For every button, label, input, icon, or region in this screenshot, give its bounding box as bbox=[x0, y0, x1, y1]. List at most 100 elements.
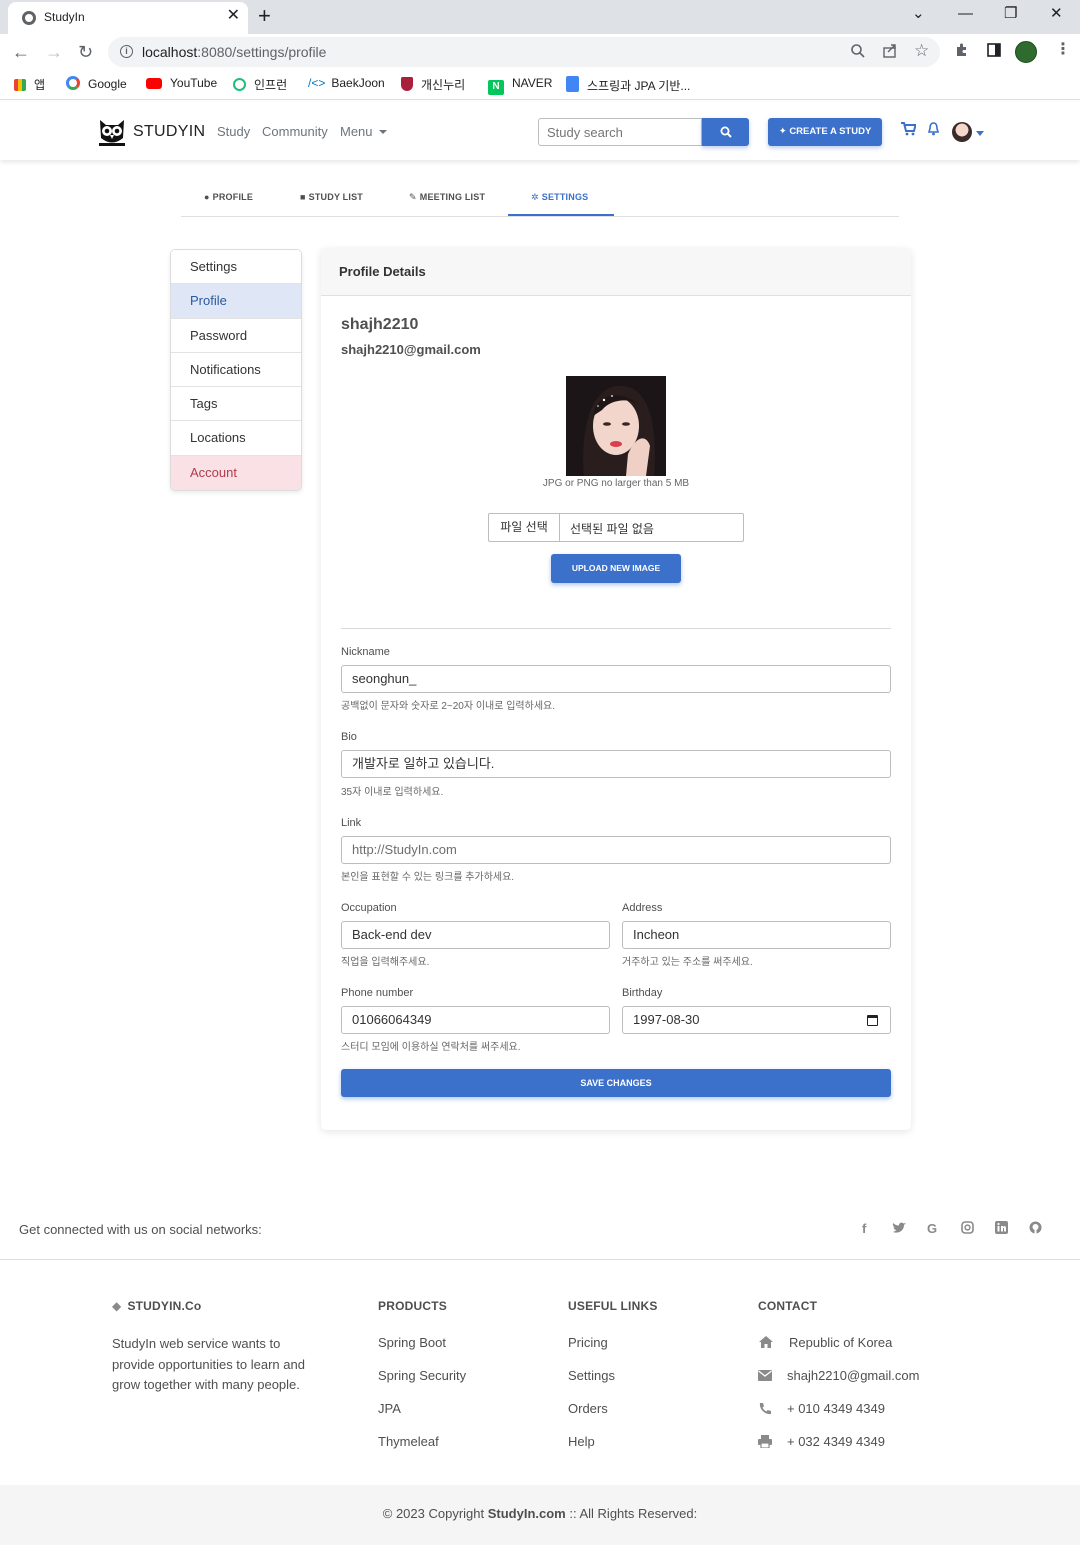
card-title: Profile Details bbox=[339, 264, 426, 279]
bird-icon: ✦ bbox=[778, 126, 787, 137]
share-icon[interactable] bbox=[882, 43, 898, 59]
extensions-icon[interactable] bbox=[954, 42, 970, 58]
bio-help: 35자 이내로 입력하세요. bbox=[341, 787, 444, 798]
choose-file-button[interactable]: 파일 선택 bbox=[489, 514, 560, 541]
bookmark-spring-jpa[interactable]: 스프링과 JPA 기반... bbox=[566, 76, 690, 94]
bio-input[interactable]: 개발자로 일하고 있습니다. bbox=[341, 750, 891, 778]
user-icon: ● bbox=[204, 192, 210, 202]
close-window-button[interactable]: ✕ bbox=[1050, 4, 1063, 24]
linkedin-icon[interactable] bbox=[995, 1221, 1008, 1234]
edit-icon: ✎ bbox=[409, 192, 417, 202]
nav-community[interactable]: Community bbox=[262, 124, 328, 139]
copyright-brand[interactable]: StudyIn.com bbox=[488, 1506, 566, 1521]
phone-input[interactable]: 01066064349 bbox=[341, 1006, 610, 1034]
browser-tab[interactable]: StudyIn ✕ bbox=[8, 2, 248, 34]
url-text: localhost:8080/settings/profile bbox=[142, 44, 326, 60]
book-icon: ■ bbox=[300, 192, 306, 202]
twitter-icon[interactable] bbox=[892, 1222, 906, 1234]
bookmark-baekjoon[interactable]: /<> BaekJoon bbox=[308, 76, 385, 90]
footer-link[interactable]: Thymeleaf bbox=[378, 1434, 439, 1449]
social-text: Get connected with us on social networks… bbox=[19, 1222, 262, 1237]
create-study-button[interactable]: ✦ CREATE A STUDY bbox=[768, 118, 882, 146]
occupation-input[interactable]: Back-end dev bbox=[341, 921, 610, 949]
footer-link[interactable]: Help bbox=[568, 1434, 595, 1449]
active-tab-indicator bbox=[508, 214, 614, 216]
omnibox[interactable]: i localhost:8080/settings/profile ☆ bbox=[108, 37, 940, 67]
birthday-input[interactable]: 1997-08-30 bbox=[622, 1006, 891, 1034]
footer-link[interactable]: Orders bbox=[568, 1401, 608, 1416]
side-panel-icon[interactable] bbox=[986, 42, 1002, 58]
bookmark-inflearn[interactable]: 인프런 bbox=[233, 76, 287, 93]
nav-study[interactable]: Study bbox=[217, 124, 250, 139]
zoom-icon[interactable] bbox=[850, 43, 866, 59]
sidebar-item-notifications[interactable]: Notifications bbox=[171, 352, 301, 388]
tab-meeting-list[interactable]: ✎ MEETING LIST bbox=[409, 192, 485, 203]
bookmark-google[interactable]: Google bbox=[66, 76, 127, 91]
bookmark-gaesin[interactable]: 개신누리 bbox=[401, 76, 465, 93]
bookmark-youtube[interactable]: YouTube bbox=[146, 76, 217, 90]
sidebar-item-tags[interactable]: Tags bbox=[171, 387, 301, 422]
cart-icon[interactable] bbox=[901, 122, 916, 136]
info-icon[interactable]: i bbox=[120, 45, 133, 58]
brand-name: STUDYIN bbox=[133, 123, 206, 140]
tab-settings[interactable]: ✲ SETTINGS bbox=[531, 192, 588, 203]
search-icon bbox=[720, 126, 732, 138]
contact-email[interactable]: shajh2210@gmail.com bbox=[787, 1368, 919, 1383]
facebook-icon[interactable]: f bbox=[862, 1221, 866, 1236]
sidebar-item-locations[interactable]: Locations bbox=[171, 421, 301, 456]
tab-study-list[interactable]: ■ STUDY LIST bbox=[300, 192, 363, 202]
google-icon[interactable]: G bbox=[927, 1221, 937, 1236]
bookmark-label: 앱 bbox=[34, 78, 46, 92]
sidebar-item-settings[interactable]: Settings bbox=[171, 250, 301, 285]
bookmark-label: 인프런 bbox=[254, 78, 288, 92]
tab-profile[interactable]: ● PROFILE bbox=[204, 192, 253, 202]
github-icon[interactable] bbox=[1029, 1221, 1042, 1234]
bookmark-star-icon[interactable]: ☆ bbox=[914, 41, 929, 61]
footer-link[interactable]: Pricing bbox=[568, 1335, 608, 1350]
sidebar-item-profile[interactable]: Profile bbox=[171, 284, 301, 319]
birthday-value: 1997-08-30 bbox=[633, 1012, 700, 1027]
forward-icon[interactable]: → bbox=[45, 40, 63, 64]
link-input[interactable]: http://StudyIn.com bbox=[341, 836, 891, 864]
footer-link[interactable]: Settings bbox=[568, 1368, 615, 1383]
create-study-label: CREATE A STUDY bbox=[789, 126, 872, 137]
bookmark-naver[interactable]: N NAVER bbox=[488, 76, 552, 95]
bookmark-label: YouTube bbox=[170, 76, 218, 90]
minimize-button[interactable]: — bbox=[958, 4, 973, 24]
more-menu-icon[interactable]: ⋮ bbox=[1055, 39, 1071, 59]
footer-brand: ◆ STUDYIN.Co bbox=[112, 1299, 201, 1313]
close-tab-icon[interactable]: ✕ bbox=[227, 7, 240, 25]
nav-menu-dropdown[interactable]: Menu bbox=[340, 124, 387, 139]
footer-link[interactable]: Spring Security bbox=[378, 1368, 466, 1383]
new-tab-button[interactable]: + bbox=[258, 4, 271, 28]
restore-button[interactable]: ❐ bbox=[1004, 4, 1017, 24]
bookmark-apps[interactable]: 앱 bbox=[14, 76, 45, 93]
file-input[interactable]: 파일 선택 선택된 파일 없음 bbox=[488, 513, 744, 542]
sidebar-item-password[interactable]: Password bbox=[171, 318, 301, 353]
footer-link[interactable]: JPA bbox=[378, 1401, 401, 1416]
back-icon[interactable]: ← bbox=[12, 40, 30, 64]
nav-menu-label: Menu bbox=[340, 124, 373, 139]
address-input[interactable]: Incheon bbox=[622, 921, 891, 949]
footer-link[interactable]: Spring Boot bbox=[378, 1335, 446, 1350]
tab-search-icon[interactable]: ⌄ bbox=[912, 4, 925, 24]
user-avatar[interactable] bbox=[952, 122, 972, 142]
youtube-icon bbox=[146, 78, 162, 89]
calendar-icon[interactable] bbox=[867, 1015, 878, 1026]
search-button[interactable] bbox=[702, 118, 749, 146]
birthday-label: Birthday bbox=[622, 987, 663, 999]
caret-down-icon[interactable] bbox=[976, 131, 984, 136]
save-changes-button[interactable]: SAVE CHANGES bbox=[341, 1069, 891, 1097]
upload-image-button[interactable]: UPLOAD NEW IMAGE bbox=[551, 554, 681, 583]
profile-avatar-icon[interactable] bbox=[1015, 41, 1037, 63]
instagram-icon[interactable] bbox=[961, 1221, 974, 1234]
sidebar-item-account[interactable]: Account bbox=[171, 455, 301, 491]
footer: ◆ STUDYIN.Co StudyIn web service wants to… bbox=[0, 1261, 1080, 1485]
bell-icon[interactable] bbox=[927, 122, 940, 136]
nickname-input[interactable]: seonghun_ bbox=[341, 665, 891, 693]
google-icon bbox=[66, 76, 80, 90]
study-search-input[interactable] bbox=[538, 118, 702, 146]
tab-title: StudyIn bbox=[44, 10, 85, 24]
reload-icon[interactable]: ↻ bbox=[78, 40, 93, 64]
occupation-label: Occupation bbox=[341, 902, 397, 914]
